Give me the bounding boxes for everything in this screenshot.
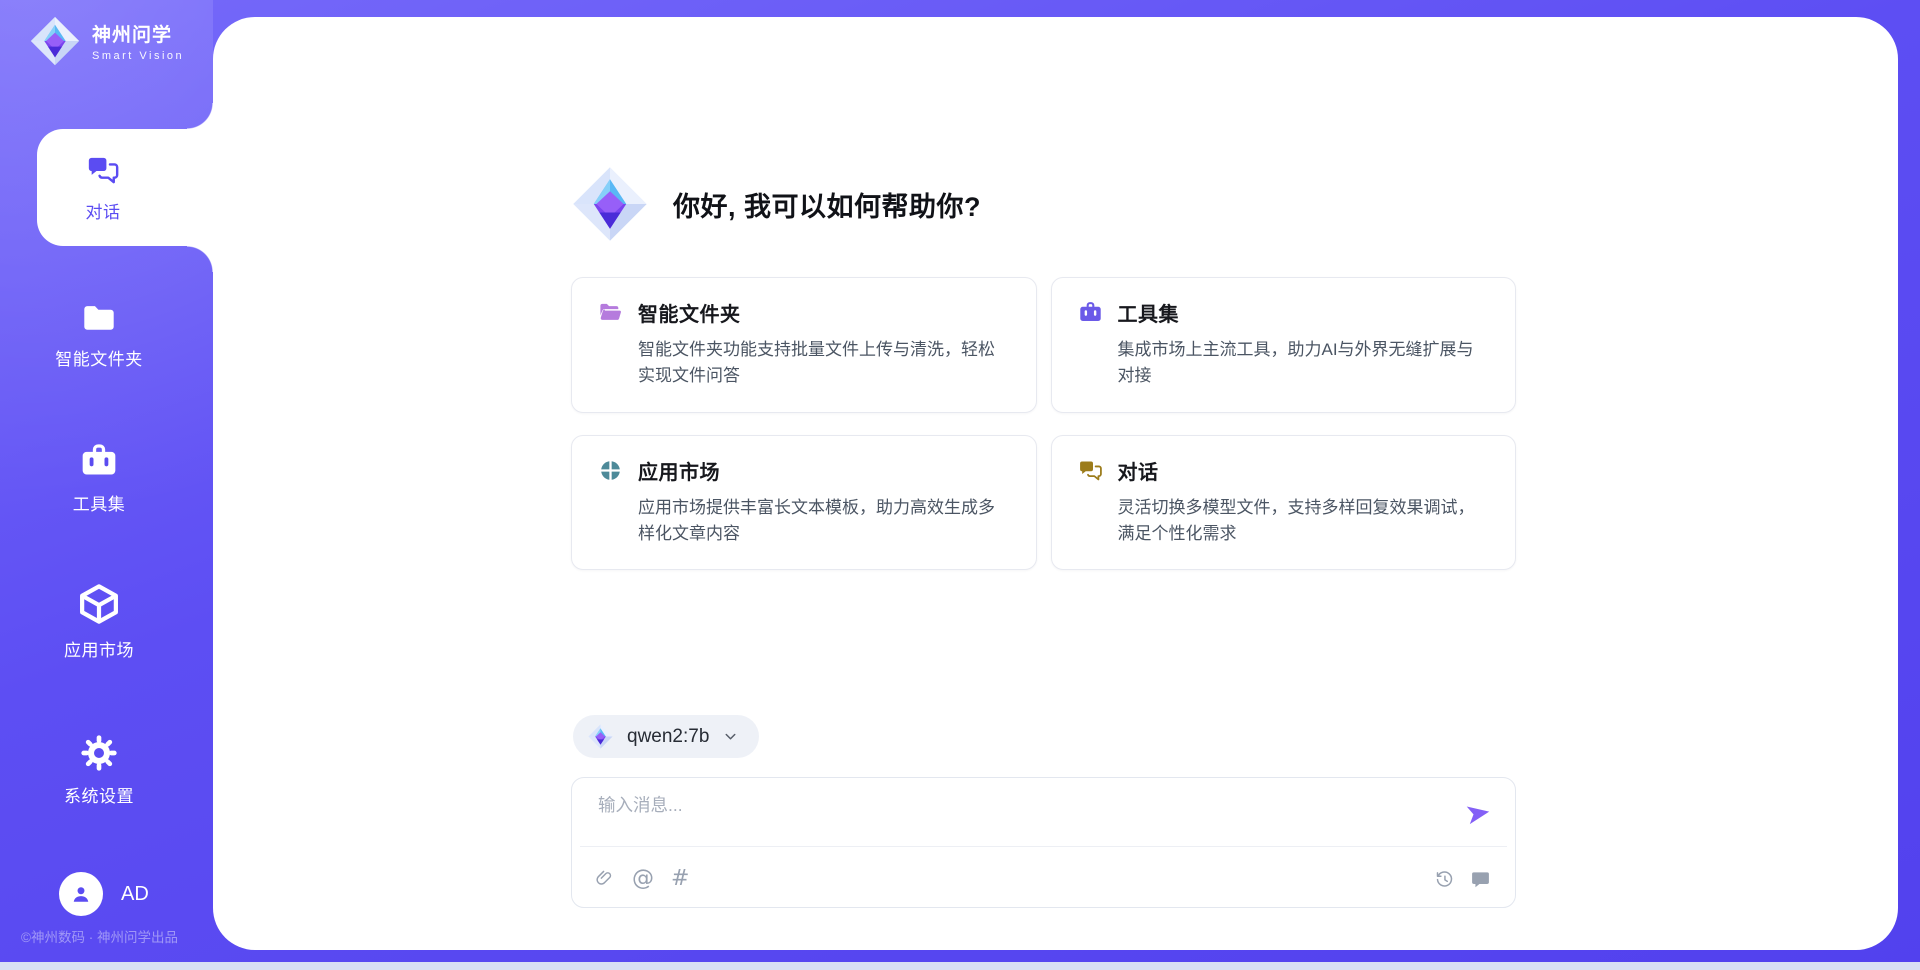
model-selector[interactable]: qwen2:7b: [573, 715, 759, 758]
card-smart-folder[interactable]: 智能文件夹 智能文件夹功能支持批量文件上传与清洗，轻松实现文件问答: [571, 277, 1037, 413]
sidebar-item-label: 智能文件夹: [55, 345, 143, 370]
sidebar-item-chat[interactable]: 对话: [37, 129, 213, 246]
chevron-down-icon: [722, 728, 739, 745]
send-icon: [1464, 799, 1493, 828]
model-name: qwen2:7b: [627, 726, 709, 748]
toolbox-icon: [79, 441, 119, 481]
card-title: 应用市场: [638, 456, 720, 485]
card-toolset[interactable]: 工具集 集成市场上主流工具，助力AI与外界无缝扩展与对接: [1051, 277, 1517, 413]
brand-subtitle: Smart Vision: [92, 50, 184, 62]
cube-icon: [76, 581, 122, 627]
card-description: 集成市场上主流工具，助力AI与外界无缝扩展与对接: [1118, 337, 1490, 390]
greeting: 你好, 我可以如何帮助你?: [569, 163, 981, 245]
main-panel: 你好, 我可以如何帮助你? 智能文件夹 智能文件夹功能支持批量文件上传与清洗，轻…: [213, 17, 1898, 950]
user-initials: AD: [121, 883, 149, 906]
folder-icon: [81, 300, 117, 336]
chat-square-icon: [1470, 869, 1491, 890]
avatar: [59, 872, 103, 916]
card-title: 对话: [1118, 456, 1159, 485]
feedback-button[interactable]: [1470, 869, 1491, 890]
attach-button[interactable]: [594, 869, 615, 890]
sidebar-item-smart-folder[interactable]: 智能文件夹: [0, 300, 198, 370]
chat-icon: [86, 153, 120, 187]
card-title: 智能文件夹: [638, 298, 741, 327]
sidebar-item-toolset[interactable]: 工具集: [0, 441, 198, 515]
sidebar-item-label: 工具集: [73, 490, 126, 515]
gear-icon: [79, 733, 119, 773]
sidebar-item-settings[interactable]: 系统设置: [0, 733, 198, 807]
sidebar-item-label: 对话: [86, 198, 121, 223]
sidebar-footer: ©神州数码 · 神州问学出品: [21, 926, 178, 946]
paperclip-icon: [594, 869, 615, 890]
message-input[interactable]: [596, 790, 1410, 842]
horizontal-scrollbar[interactable]: [0, 962, 1920, 970]
sidebar-item-label: 应用市场: [64, 636, 134, 661]
user-profile[interactable]: AD: [59, 872, 149, 916]
person-icon: [68, 881, 94, 907]
card-description: 智能文件夹功能支持批量文件上传与清洗，轻松实现文件问答: [638, 337, 1010, 390]
card-chat[interactable]: 对话 灵活切换多模型文件，支持多样回复效果调试，满足个性化需求: [1051, 435, 1517, 571]
card-app-market[interactable]: 应用市场 应用市场提供丰富长文本模板，助力高效生成多样化文章内容: [571, 435, 1037, 571]
assistant-logo-icon: [569, 163, 651, 245]
greeting-title: 你好, 我可以如何帮助你?: [673, 185, 981, 224]
composer-tools: @ #: [594, 864, 689, 894]
brand: 神州问学 Smart Vision: [28, 14, 184, 68]
send-button[interactable]: [1464, 799, 1493, 828]
mention-button[interactable]: @: [632, 868, 654, 890]
history-button[interactable]: [1434, 869, 1455, 890]
composer-right-tools: [1434, 864, 1491, 894]
composer-divider: [580, 846, 1507, 847]
brand-name: 神州问学: [92, 20, 184, 47]
brand-logo-icon: [28, 14, 82, 68]
card-description: 应用市场提供丰富长文本模板，助力高效生成多样化文章内容: [638, 495, 1010, 548]
message-composer: @ #: [571, 777, 1516, 908]
card-description: 灵活切换多模型文件，支持多样回复效果调试，满足个性化需求: [1118, 495, 1490, 548]
sidebar-item-label: 系统设置: [64, 782, 134, 807]
toolbox-icon: [1078, 300, 1103, 325]
topic-button[interactable]: #: [671, 868, 689, 890]
sidebar: 神州问学 Smart Vision 对话 智能文件夹 工具集 应用市场 系统设置…: [0, 0, 213, 970]
app-grid-icon: [598, 458, 623, 483]
card-title: 工具集: [1118, 298, 1180, 327]
folder-open-icon: [598, 300, 623, 325]
history-icon: [1434, 869, 1455, 890]
quick-cards: 智能文件夹 智能文件夹功能支持批量文件上传与清洗，轻松实现文件问答 工具集 集成…: [571, 277, 1516, 570]
model-logo-icon: [587, 723, 614, 750]
sidebar-item-app-market[interactable]: 应用市场: [0, 581, 198, 661]
chat-icon: [1078, 458, 1103, 483]
